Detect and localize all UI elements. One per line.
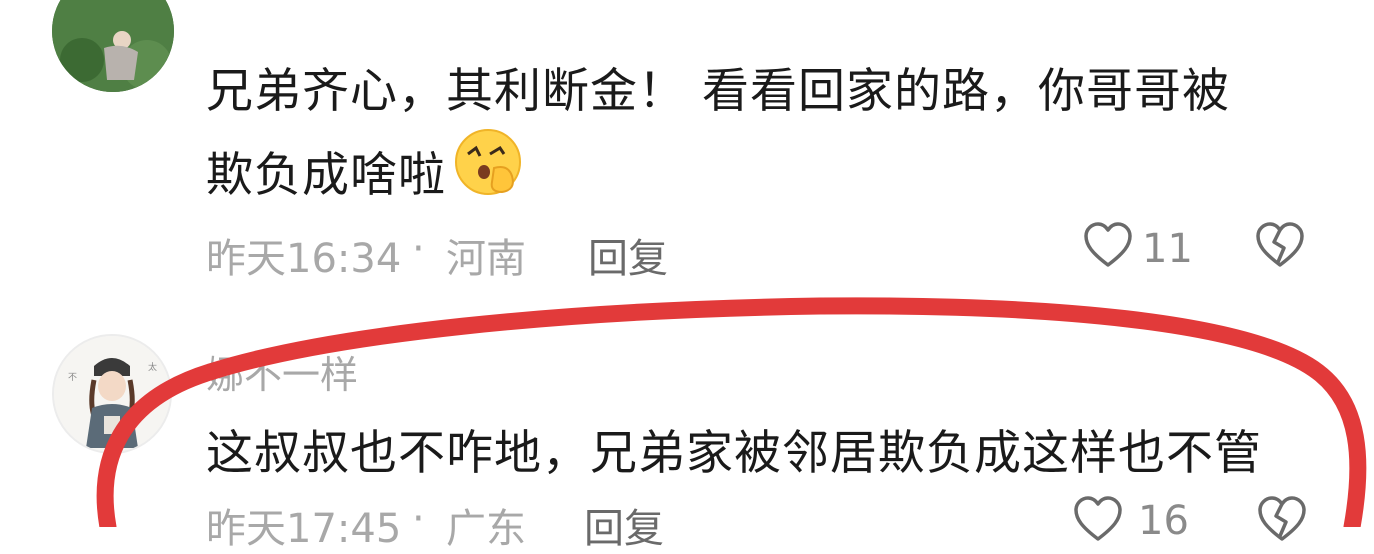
comment-time: 昨天16:34: [206, 236, 402, 282]
comment-text-line: 欺负成啥啦: [206, 148, 446, 203]
svg-text:不: 不: [68, 372, 77, 383]
meta-separator: ·: [412, 496, 425, 542]
svg-text:太: 太: [148, 361, 157, 373]
comment-username[interactable]: 娜不一样: [206, 344, 358, 399]
comment-location: 广东: [446, 506, 526, 552]
broken-heart-icon[interactable]: [1256, 494, 1308, 546]
heart-outline-icon[interactable]: [1072, 494, 1124, 546]
comment-location: 河南: [446, 236, 526, 282]
reply-button[interactable]: 回复: [584, 496, 664, 554]
comment-text-line: 这叔叔也不咋地，兄弟家被邻居欺负成这样也不管: [206, 426, 1262, 481]
user-avatar[interactable]: 不 太: [52, 334, 172, 454]
user-avatar[interactable]: [52, 0, 174, 92]
comment-time: 昨天17:45: [206, 506, 402, 552]
like-count: 11: [1142, 226, 1193, 272]
comment-text-line: 兄弟齐心，其利断金！ 看看回家的路，你哥哥被: [206, 64, 1230, 119]
meta-separator: ·: [412, 226, 425, 272]
reply-button[interactable]: 回复: [588, 226, 668, 284]
shushing-face-emoji-icon: [454, 128, 526, 196]
like-count: 16: [1138, 498, 1189, 544]
broken-heart-icon[interactable]: [1254, 220, 1306, 272]
heart-outline-icon[interactable]: [1082, 220, 1134, 272]
